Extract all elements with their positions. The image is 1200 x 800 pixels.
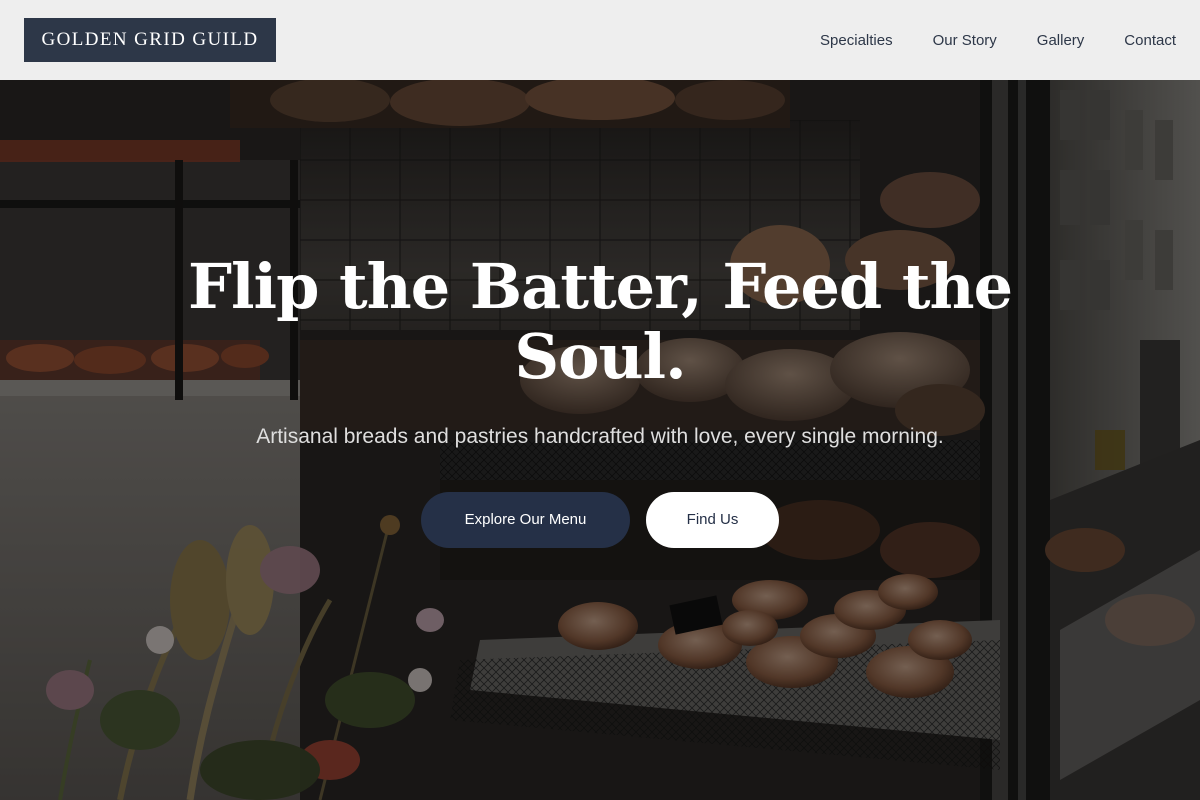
site-header: GOLDEN GRID GUILD Specialties Our Story … bbox=[0, 0, 1200, 80]
brand-logo[interactable]: GOLDEN GRID GUILD bbox=[24, 18, 276, 62]
find-us-button[interactable]: Find Us bbox=[646, 492, 779, 548]
nav-link-specialties[interactable]: Specialties bbox=[820, 32, 893, 49]
hero-subtitle: Artisanal breads and pastries handcrafte… bbox=[256, 425, 944, 448]
main-nav: Specialties Our Story Gallery Contact bbox=[820, 0, 1176, 80]
explore-menu-button[interactable]: Explore Our Menu bbox=[421, 492, 630, 548]
hero-section: Flip the Batter, Feed the Soul. Artisana… bbox=[0, 80, 1200, 800]
nav-link-contact[interactable]: Contact bbox=[1124, 32, 1176, 49]
hero-content: Flip the Batter, Feed the Soul. Artisana… bbox=[0, 80, 1200, 800]
nav-link-our-story[interactable]: Our Story bbox=[933, 32, 997, 49]
hero-title: Flip the Batter, Feed the Soul. bbox=[187, 250, 1013, 393]
nav-link-gallery[interactable]: Gallery bbox=[1037, 32, 1085, 49]
